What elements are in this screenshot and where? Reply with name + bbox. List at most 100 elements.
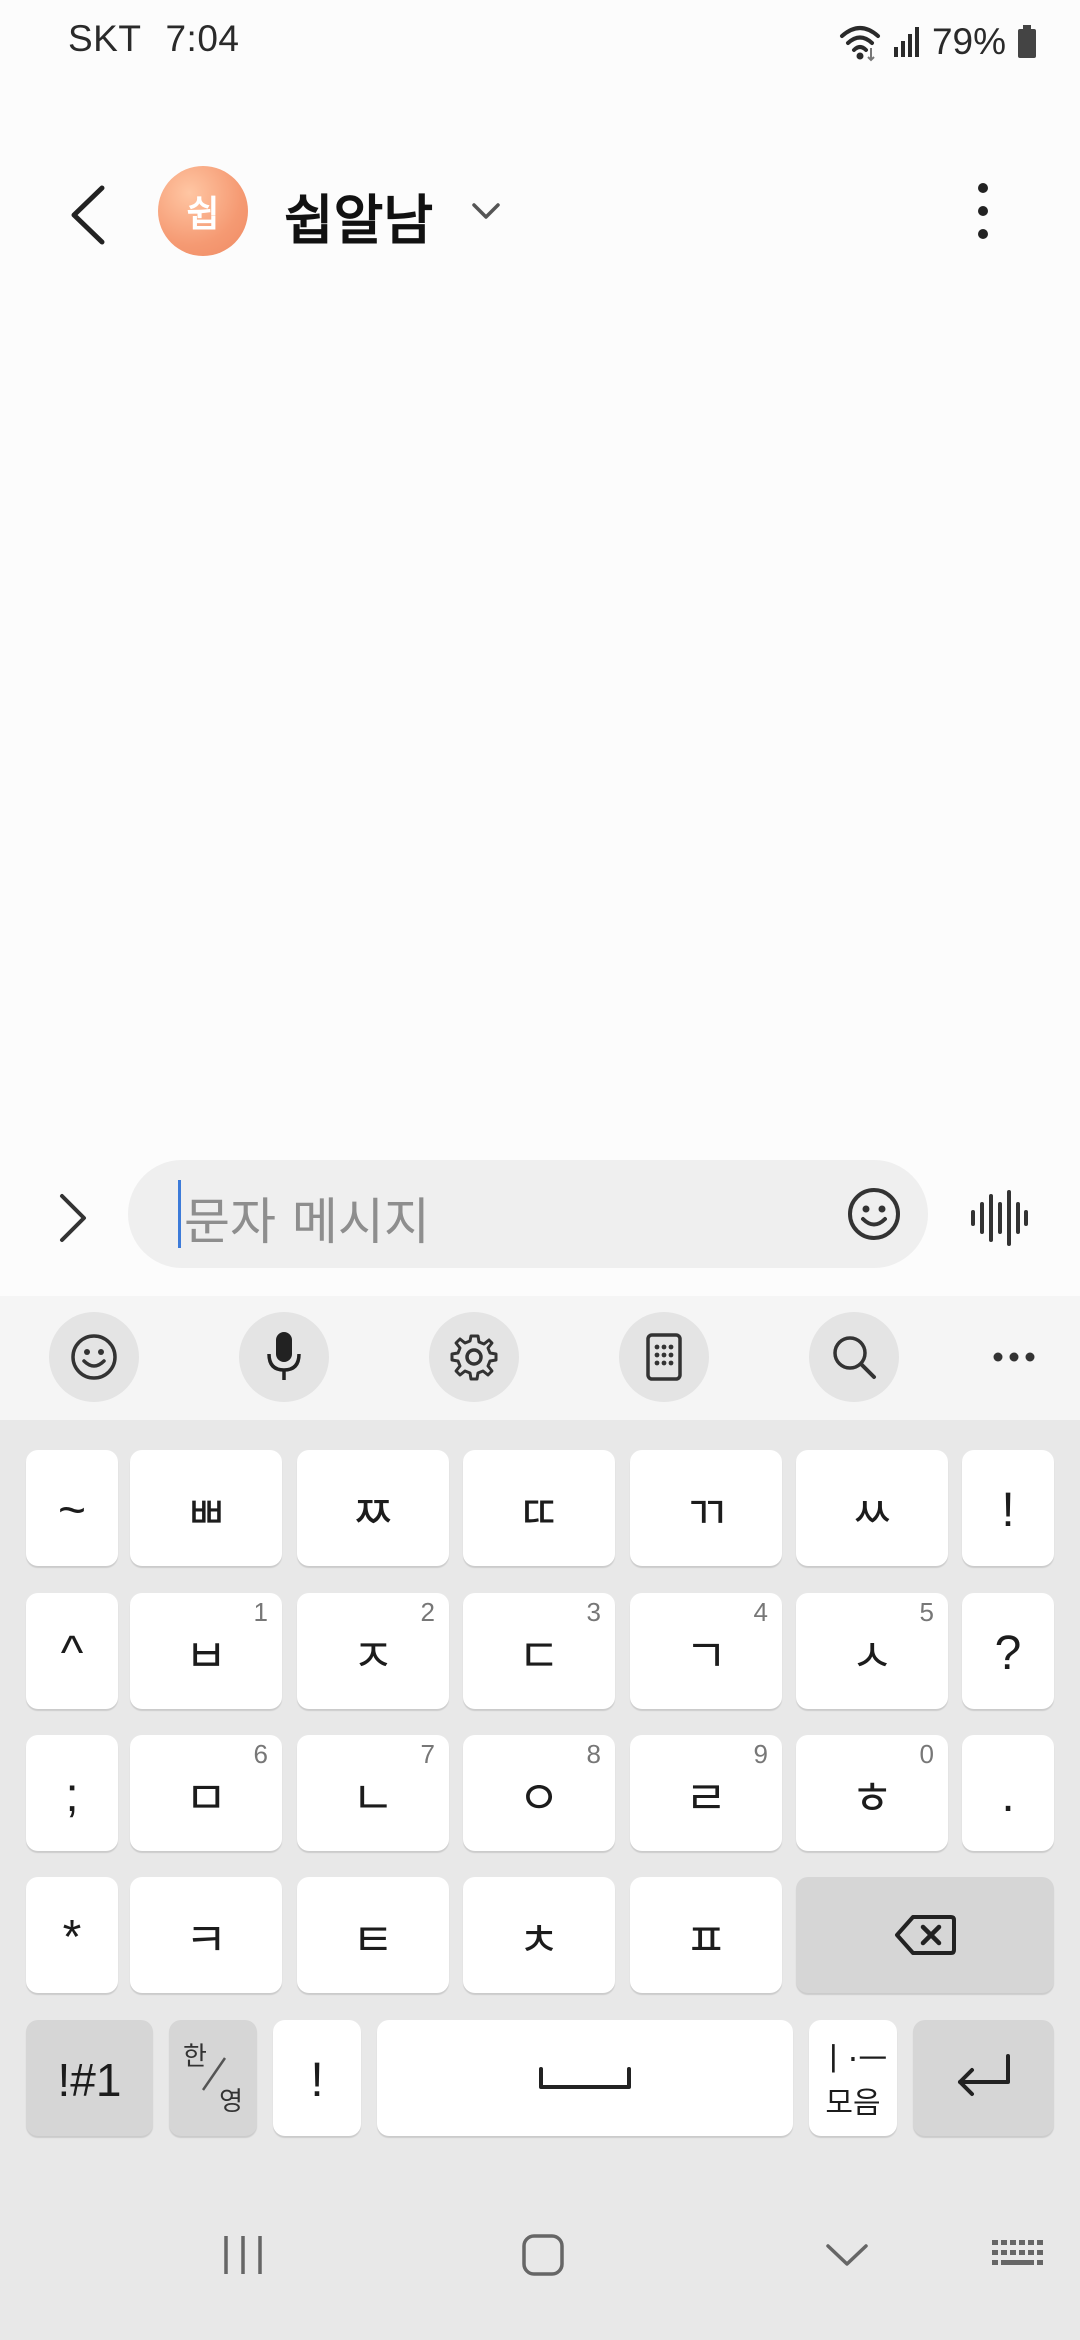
key-label: ! (1001, 1483, 1015, 1537)
key-h[interactable]: ㅎ0 (796, 1735, 948, 1851)
key-label: ㄴ (351, 1771, 395, 1825)
key-label: ㅇ (517, 1771, 561, 1825)
key-label: !#1 (57, 2054, 122, 2106)
vowel-key[interactable]: ㅣ·ㅡ 모음 (809, 2020, 897, 2136)
waveform-icon (971, 1190, 1028, 1246)
key-d[interactable]: ㄷ3 (463, 1593, 615, 1709)
avatar[interactable]: 쉽 (158, 166, 248, 256)
vowel-key-bottom: 모음 (825, 2086, 881, 2121)
key-j[interactable]: ㅈ2 (297, 1593, 449, 1709)
key-g[interactable]: ㄱ4 (630, 1593, 782, 1709)
wifi-icon (839, 26, 880, 62)
key-ch[interactable]: ㅊ (463, 1877, 615, 1993)
key-semicolon[interactable]: ; (26, 1735, 118, 1851)
keyboard-settings-button[interactable] (429, 1312, 519, 1402)
keyboard-icon (992, 2240, 1043, 2265)
key-ssjj[interactable]: ㅉ (297, 1450, 449, 1566)
key-label: ^ (60, 1626, 84, 1680)
keyboard-switch-button[interactable] (990, 2236, 1046, 2280)
key-ssdd[interactable]: ㄸ (463, 1450, 615, 1566)
key-t[interactable]: ㅌ (297, 1877, 449, 1993)
key-label: ㄹ (684, 1771, 728, 1825)
symbols-key[interactable]: !#1 (26, 2020, 153, 2136)
message-composer: 문자 메시지 (0, 1160, 1080, 1270)
more-vertical-icon (978, 183, 988, 239)
key-p[interactable]: ㅍ (630, 1877, 782, 1993)
contact-name[interactable]: 쉽알남 (284, 176, 433, 255)
microphone-icon (267, 1332, 301, 1380)
space-key[interactable] (377, 2020, 793, 2136)
home-icon (522, 2234, 564, 2276)
key-label: ㅅ (850, 1629, 894, 1683)
battery-icon (1018, 25, 1036, 58)
more-horizontal-icon (993, 1352, 1035, 1362)
enter-key[interactable] (913, 2020, 1054, 2136)
key-ieung[interactable]: ㅇ8 (463, 1735, 615, 1851)
key-ssss[interactable]: ㅆ (796, 1450, 948, 1566)
keyboard-toolbar (0, 1296, 1080, 1420)
emoji-button[interactable] (846, 1186, 902, 1242)
key-label: . (1001, 1768, 1015, 1822)
more-options-button[interactable] (968, 180, 998, 242)
key-n[interactable]: ㄴ7 (297, 1735, 449, 1851)
toolbar-more-button[interactable] (990, 1342, 1038, 1372)
key-label: ㄲ (684, 1486, 728, 1540)
voice-record-button[interactable] (968, 1190, 1030, 1246)
status-left: SKT 7:04 (68, 18, 239, 60)
message-input[interactable]: 문자 메시지 (128, 1160, 928, 1268)
key-hint: 8 (586, 1739, 601, 1769)
key-ssbb[interactable]: ㅃ (130, 1450, 282, 1566)
key-label: ? (994, 1626, 1022, 1680)
key-k[interactable]: ㅋ (130, 1877, 282, 1993)
gear-icon (450, 1334, 498, 1381)
voice-input-button[interactable] (239, 1312, 329, 1402)
key-label: ㅈ (351, 1629, 395, 1683)
recent-apps-button[interactable] (218, 2230, 268, 2284)
key-label: ㅉ (351, 1486, 395, 1540)
expand-attachments-button[interactable] (52, 1190, 92, 1246)
key-label: ㄷ (517, 1629, 561, 1683)
key-period[interactable]: . (962, 1735, 1054, 1851)
keyboard: ~ ㅃ ㅉ ㄸ ㄲ ㅆ ! ^ ㅂ1 ㅈ2 ㄷ3 ㄱ4 ㅅ5 ? ; ㅁ6 ㄴ7… (0, 1420, 1080, 2180)
smiley-icon (848, 1188, 900, 1240)
key-m[interactable]: ㅁ6 (130, 1735, 282, 1851)
key-caret[interactable]: ^ (26, 1593, 118, 1709)
search-icon (833, 1336, 876, 1379)
key-asterisk[interactable]: * (26, 1877, 118, 1993)
hide-keyboard-button[interactable] (822, 2230, 872, 2284)
key-b[interactable]: ㅂ1 (130, 1593, 282, 1709)
backspace-key[interactable] (796, 1877, 1054, 1993)
key-s[interactable]: ㅅ5 (796, 1593, 948, 1709)
key-label: ㄸ (517, 1486, 561, 1540)
key-question[interactable]: ? (962, 1593, 1054, 1709)
smiley-icon (71, 1334, 117, 1380)
vowel-key-top: ㅣ·ㅡ (818, 2040, 888, 2078)
conversation-header: 쉽 쉽알남 (0, 150, 1080, 270)
back-button[interactable] (60, 180, 120, 250)
key-exclaim[interactable]: ! (962, 1450, 1054, 1566)
key-hint: 6 (253, 1739, 268, 1769)
space-icon (539, 2067, 631, 2089)
keyboard-emoji-button[interactable] (49, 1312, 139, 1402)
key-tilde[interactable]: ~ (26, 1450, 118, 1566)
home-button[interactable] (518, 2230, 568, 2284)
contact-dropdown-button[interactable] (468, 196, 504, 226)
key-hint: 5 (919, 1597, 934, 1627)
key-ssgg[interactable]: ㄲ (630, 1450, 782, 1566)
enter-icon (957, 2054, 1010, 2096)
keypad-icon (646, 1333, 682, 1381)
key-label: ㅊ (517, 1913, 561, 1967)
keypad-layout-button[interactable] (619, 1312, 709, 1402)
key-label: ; (65, 1768, 79, 1822)
key-label: ㄱ (684, 1629, 728, 1683)
key-label: ㅍ (684, 1913, 728, 1967)
key-hint: 7 (420, 1739, 435, 1769)
key-hint: 2 (420, 1597, 435, 1627)
status-bar: SKT 7:04 79% (0, 0, 1080, 84)
key-exclaim-bottom[interactable]: ! (273, 2020, 361, 2136)
key-r[interactable]: ㄹ9 (630, 1735, 782, 1851)
keyboard-search-button[interactable] (809, 1312, 899, 1402)
language-switch-key[interactable]: 한 영 (169, 2020, 257, 2136)
navigation-bar (0, 2180, 1080, 2340)
avatar-letter: 쉽 (186, 194, 220, 235)
